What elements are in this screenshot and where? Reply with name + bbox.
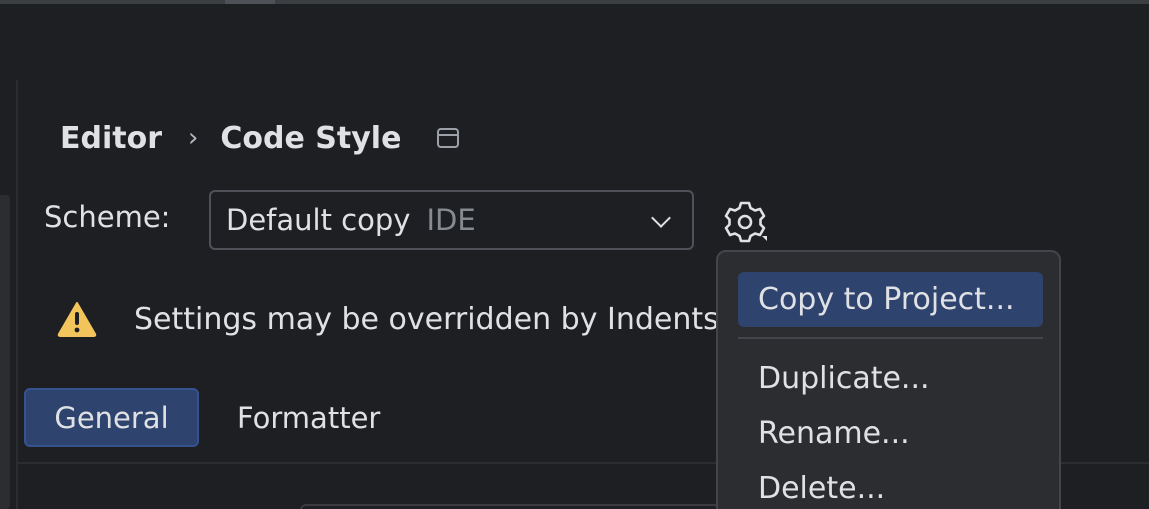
chevron-down-icon: [651, 208, 671, 228]
override-warning-text: Settings may be overridden by Indents: [134, 302, 719, 337]
breadcrumb-separator: ›: [188, 123, 199, 153]
window-icon[interactable]: [437, 128, 459, 148]
menu-item-copy-to-project[interactable]: Copy to Project...: [738, 272, 1043, 327]
menu-separator: [738, 337, 1043, 339]
gear-icon[interactable]: [724, 200, 768, 244]
top-window-border: [0, 0, 1149, 4]
breadcrumb: Editor › Code Style: [60, 118, 401, 158]
menu-item-delete[interactable]: Delete...: [738, 461, 1043, 509]
tab-formatter[interactable]: Formatter: [237, 388, 380, 447]
scheme-value: Default copy: [226, 203, 411, 237]
breadcrumb-code-style: Code Style: [220, 120, 402, 156]
tab-general[interactable]: General: [24, 388, 199, 447]
menu-item-rename[interactable]: Rename...: [738, 406, 1043, 461]
breadcrumb-editor[interactable]: Editor: [60, 121, 162, 156]
scheme-actions-popup: Copy to Project... Duplicate... Rename..…: [716, 250, 1061, 509]
scheme-level-tag: IDE: [426, 203, 476, 237]
warning-triangle-icon: [57, 302, 97, 337]
scheme-dropdown[interactable]: Default copy IDE: [209, 190, 694, 250]
left-scrollbar[interactable]: [0, 195, 10, 509]
content-panel-edge: [300, 504, 720, 509]
scheme-label: Scheme:: [44, 200, 171, 234]
menu-item-duplicate[interactable]: Duplicate...: [738, 351, 1043, 406]
top-border-segment: [225, 0, 275, 4]
